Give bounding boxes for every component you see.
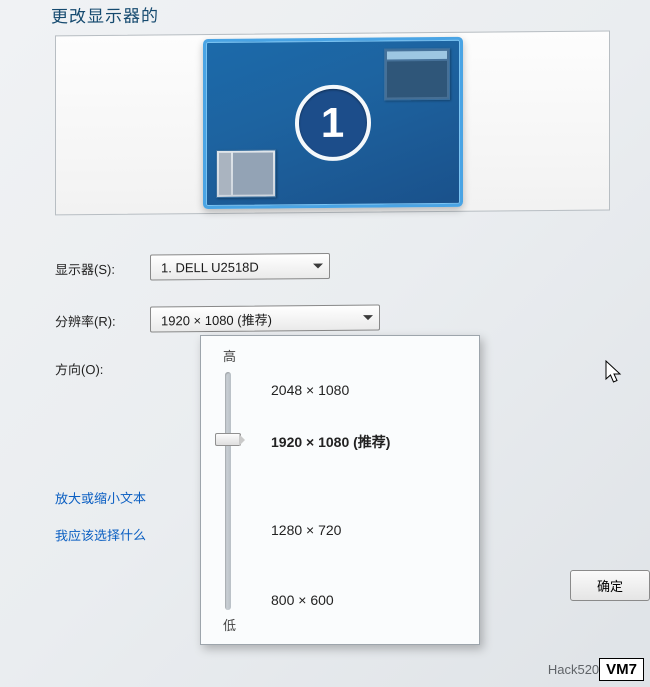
slider-label-high: 高 bbox=[223, 346, 236, 365]
cursor-arrow-icon bbox=[605, 360, 625, 389]
resolution-dropdown-value: 1920 × 1080 (推荐) bbox=[161, 309, 272, 329]
chevron-down-icon bbox=[313, 264, 323, 269]
monitor-number-badge: 1 bbox=[295, 85, 371, 162]
slider-label-low: 低 bbox=[223, 615, 236, 634]
resolution-dropdown[interactable]: 1920 × 1080 (推荐) bbox=[150, 305, 380, 333]
resolution-option[interactable]: 2048 × 1080 bbox=[271, 382, 349, 398]
watermark-box: VM7 bbox=[599, 658, 644, 681]
monitor-preview-panel: 1 bbox=[55, 31, 610, 216]
watermark: Hack520 VM7 bbox=[548, 658, 644, 681]
page-title: 更改显示器的 bbox=[51, 0, 610, 27]
sample-window-icon bbox=[216, 149, 276, 198]
resolution-slider-thumb[interactable] bbox=[215, 433, 241, 446]
ok-button[interactable]: 确定 bbox=[570, 570, 650, 601]
resolution-slider-track[interactable] bbox=[225, 372, 231, 610]
orientation-label: 方向(O): bbox=[55, 359, 150, 379]
chevron-down-icon bbox=[363, 315, 373, 320]
display-label: 显示器(S): bbox=[55, 258, 150, 278]
display-dropdown[interactable]: 1. DELL U2518D bbox=[150, 253, 330, 281]
resolution-option-selected[interactable]: 1920 × 1080 (推荐) bbox=[271, 432, 390, 452]
resolution-option[interactable]: 800 × 600 bbox=[271, 592, 334, 608]
display-dropdown-value: 1. DELL U2518D bbox=[161, 259, 259, 275]
monitor-thumbnail[interactable]: 1 bbox=[203, 37, 463, 209]
watermark-text: Hack520 bbox=[548, 662, 599, 677]
sample-window-icon bbox=[384, 48, 450, 101]
resolution-label: 分辨率(R): bbox=[55, 310, 150, 330]
resolution-option[interactable]: 1280 × 720 bbox=[271, 522, 341, 538]
resolution-popup: 高 2048 × 1080 1920 × 1080 (推荐) 1280 × 72… bbox=[200, 335, 480, 645]
